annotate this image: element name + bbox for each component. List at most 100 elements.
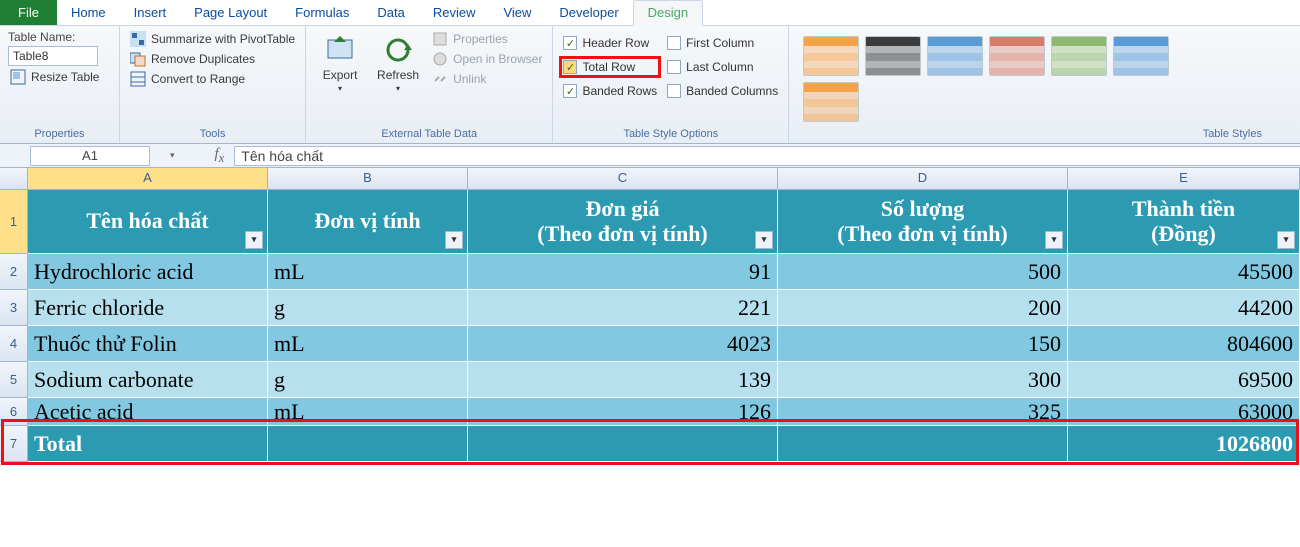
table-header-cell[interactable]: Tên hóa chất▾	[28, 190, 268, 254]
col-header-a[interactable]: A	[28, 168, 268, 189]
cell[interactable]: 45500	[1068, 254, 1300, 290]
banded-rows-label: Banded Rows	[582, 84, 657, 98]
cell[interactable]: 150	[778, 326, 1068, 362]
banded-columns-checkbox[interactable]: Banded Columns	[665, 82, 780, 100]
total-value-cell[interactable]: 1026800	[1068, 426, 1300, 462]
table-style-swatch[interactable]	[1051, 36, 1107, 76]
tab-page-layout[interactable]: Page Layout	[180, 1, 281, 25]
cell[interactable]: 221	[468, 290, 778, 326]
formula-input[interactable]: Tên hóa chất	[234, 146, 1300, 166]
cell[interactable]: mL	[268, 398, 468, 426]
cell[interactable]: g	[268, 362, 468, 398]
row-header[interactable]: 5	[0, 362, 28, 398]
cell[interactable]: mL	[268, 326, 468, 362]
select-all-corner[interactable]	[0, 168, 28, 189]
cell[interactable]: 126	[468, 398, 778, 426]
unlink-label: Unlink	[453, 72, 486, 86]
cell[interactable]: mL	[268, 254, 468, 290]
table-header-cell[interactable]: Số lượng (Theo đơn vị tính)▾	[778, 190, 1068, 254]
cell[interactable]	[778, 426, 1068, 462]
cell[interactable]: Acetic acid	[28, 398, 268, 426]
table-header-cell[interactable]: Thành tiền (Đồng)▾	[1068, 190, 1300, 254]
cell[interactable]: 325	[778, 398, 1068, 426]
tab-insert[interactable]: Insert	[120, 1, 181, 25]
cell[interactable]: 500	[778, 254, 1068, 290]
banded-rows-checkbox[interactable]: Banded Rows	[561, 82, 659, 100]
spreadsheet: A B C D E 1234567 Tên hóa chất▾Đơn vị tí…	[0, 168, 1300, 462]
last-column-checkbox[interactable]: Last Column	[665, 58, 780, 76]
row-header[interactable]: 6	[0, 398, 28, 426]
cell[interactable]: 91	[468, 254, 778, 290]
filter-dropdown-icon[interactable]: ▾	[1277, 231, 1295, 249]
checkbox-icon	[667, 60, 681, 74]
row-header[interactable]: 7	[0, 426, 28, 462]
remove-duplicates-button[interactable]: Remove Duplicates	[128, 50, 297, 68]
tab-file[interactable]: File	[0, 0, 57, 25]
cell[interactable]: 44200	[1068, 290, 1300, 326]
cell[interactable]: g	[268, 290, 468, 326]
resize-table-button[interactable]: Resize Table	[8, 68, 101, 86]
cell[interactable]: 69500	[1068, 362, 1300, 398]
table-style-swatch[interactable]	[927, 36, 983, 76]
filter-dropdown-icon[interactable]: ▾	[445, 231, 463, 249]
refresh-button[interactable]: Refresh ▾	[372, 30, 424, 94]
tab-review[interactable]: Review	[419, 1, 490, 25]
table-style-swatch[interactable]	[803, 82, 859, 122]
tab-formulas[interactable]: Formulas	[281, 1, 363, 25]
cell[interactable]: Hydrochloric acid	[28, 254, 268, 290]
cell[interactable]: 804600	[1068, 326, 1300, 362]
total-label-cell[interactable]: Total	[28, 426, 268, 462]
convert-range-button[interactable]: Convert to Range	[128, 70, 297, 88]
first-column-checkbox[interactable]: First Column	[665, 34, 780, 52]
tab-view[interactable]: View	[489, 1, 545, 25]
col-header-b[interactable]: B	[268, 168, 468, 189]
tab-data[interactable]: Data	[363, 1, 418, 25]
tab-developer[interactable]: Developer	[545, 1, 632, 25]
cell[interactable]: Ferric chloride	[28, 290, 268, 326]
col-header-c[interactable]: C	[468, 168, 778, 189]
row-header[interactable]: 1	[0, 190, 28, 254]
table-style-swatch[interactable]	[1113, 36, 1169, 76]
tab-home[interactable]: Home	[57, 1, 120, 25]
header-row-checkbox[interactable]: Header Row	[561, 34, 659, 52]
checkbox-checked-icon	[563, 60, 577, 74]
filter-dropdown-icon[interactable]: ▾	[245, 231, 263, 249]
cell[interactable]: 63000	[1068, 398, 1300, 426]
group-tools-label: Tools	[128, 126, 297, 143]
fx-icon[interactable]: fx	[215, 146, 225, 166]
export-button[interactable]: Export ▾	[314, 30, 366, 94]
cell[interactable]	[268, 426, 468, 462]
table-style-swatch[interactable]	[989, 36, 1045, 76]
table-header-cell[interactable]: Đơn vị tính▾	[268, 190, 468, 254]
col-header-d[interactable]: D	[778, 168, 1068, 189]
remove-duplicates-label: Remove Duplicates	[151, 52, 255, 66]
table-header-cell[interactable]: Đơn giá (Theo đơn vị tính)▾	[468, 190, 778, 254]
cell[interactable]: 300	[778, 362, 1068, 398]
cell[interactable]: Thuốc thử Folin	[28, 326, 268, 362]
cell[interactable]: 139	[468, 362, 778, 398]
tab-design[interactable]: Design	[633, 0, 703, 26]
col-header-e[interactable]: E	[1068, 168, 1300, 189]
group-table-styles: Table Styles	[789, 26, 1300, 143]
table-style-swatch[interactable]	[803, 36, 859, 76]
filter-dropdown-icon[interactable]: ▾	[1045, 231, 1063, 249]
banded-columns-label: Banded Columns	[686, 84, 778, 98]
cell[interactable]: 200	[778, 290, 1068, 326]
table-name-input[interactable]	[8, 46, 98, 66]
summarize-pivot-button[interactable]: Summarize with PivotTable	[128, 30, 297, 48]
row-header[interactable]: 3	[0, 290, 28, 326]
table-style-swatch[interactable]	[865, 36, 921, 76]
browser-icon	[432, 51, 448, 67]
row-header[interactable]: 2	[0, 254, 28, 290]
cell[interactable]: 4023	[468, 326, 778, 362]
filter-dropdown-icon[interactable]: ▾	[755, 231, 773, 249]
cell[interactable]	[468, 426, 778, 462]
checkbox-checked-icon	[563, 84, 577, 98]
export-label: Export	[323, 68, 358, 82]
name-box[interactable]: A1	[30, 146, 150, 166]
cell[interactable]: Sodium carbonate	[28, 362, 268, 398]
total-row-checkbox[interactable]: Total Row	[561, 58, 659, 76]
row-header[interactable]: 4	[0, 326, 28, 362]
formula-bar: A1 ▾ fx Tên hóa chất	[0, 144, 1300, 168]
namebox-dropdown-icon[interactable]: ▾	[170, 150, 175, 161]
